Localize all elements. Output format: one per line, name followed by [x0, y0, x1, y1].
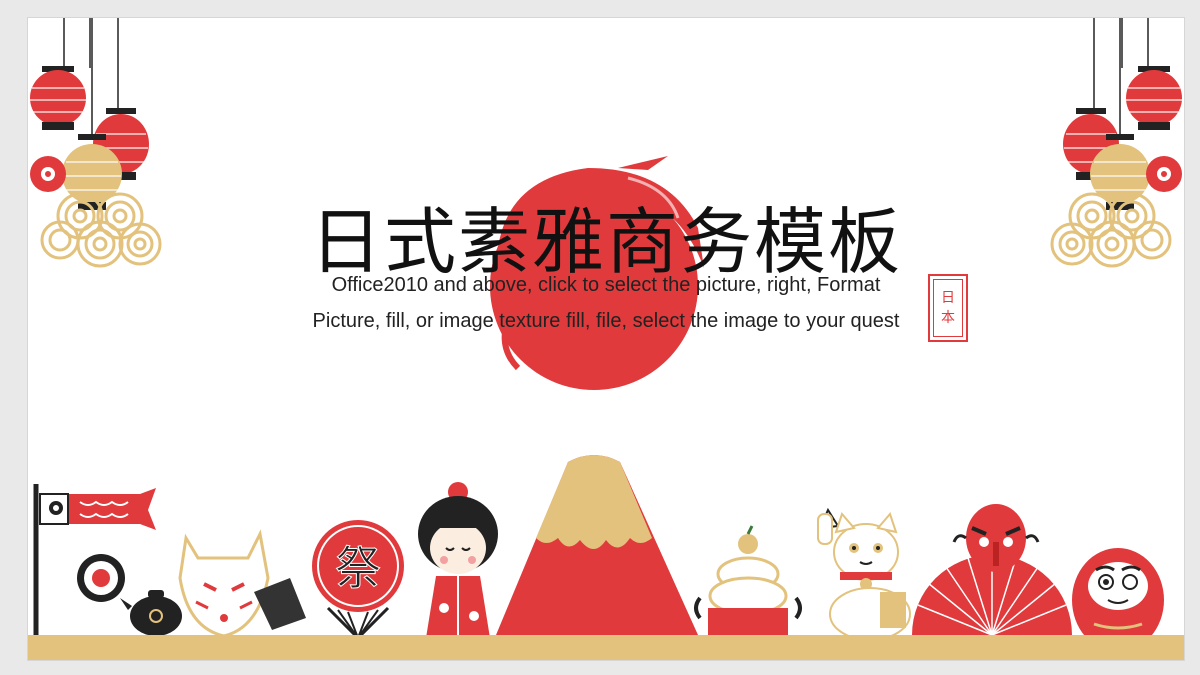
svg-text:祭: 祭 — [335, 541, 381, 595]
kagami-mochi-icon — [694, 525, 802, 635]
seal-char-1: 日 — [941, 290, 955, 306]
kitsune-mask-icon — [178, 529, 306, 638]
subtitle-line-2: Picture, fill, or image texture fill, fi… — [312, 310, 900, 332]
page-title: 日式素雅商务模板 — [309, 200, 902, 284]
seal-stamp-inner: 日 本 — [933, 279, 963, 337]
teapot-icon — [120, 590, 182, 636]
kokeshi-doll-icon — [418, 482, 498, 638]
sushi-roll-icon — [77, 554, 125, 602]
maneki-neko-icon — [817, 507, 911, 641]
decoration-layer: 祭 — [30, 18, 1182, 652]
ground-strip — [28, 635, 1184, 660]
seal-char-2: 本 — [941, 310, 955, 326]
subtitle-line-1: Office2010 and above, click to select th… — [331, 274, 881, 296]
seal-stamp: 日 本 — [928, 274, 968, 342]
festival-fan-icon: 祭 — [312, 520, 404, 641]
mount-fuji-icon — [496, 455, 698, 635]
slide-canvas: 祭 日式素雅商务模板 Office2010 and above, click t… — [28, 18, 1184, 660]
